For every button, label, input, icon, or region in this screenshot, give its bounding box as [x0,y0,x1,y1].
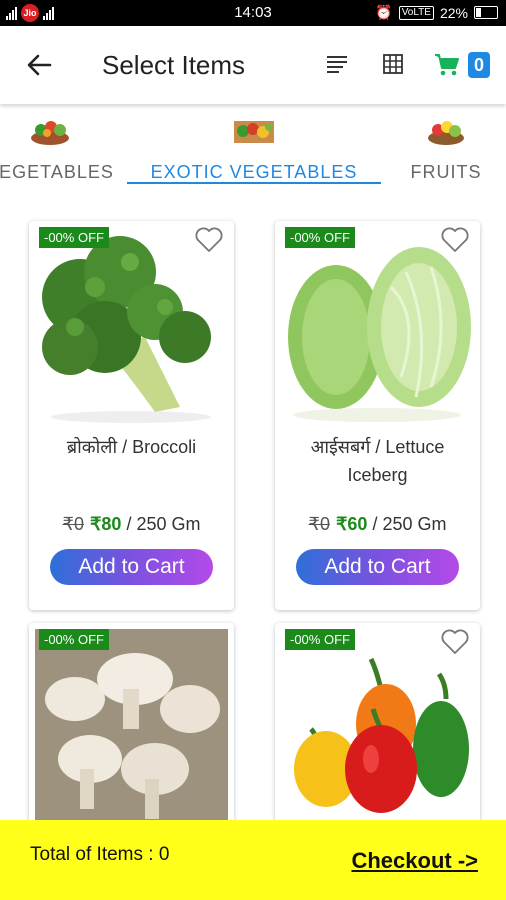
exotic-vegetables-icon [234,121,274,143]
discount-badge: -00% OFF [285,629,355,650]
mrp-price: ₹0 [308,514,330,534]
add-to-cart-button[interactable]: Add to Cart [50,549,213,585]
alarm-icon: ⏰ [375,4,393,20]
product-card-broccoli[interactable]: -00% OFF ब्रोकोली / Broccoli ₹0 ₹80 / 250… [29,221,234,610]
product-grid: -00% OFF ब्रोकोली / Broccoli ₹0 ₹80 / 250… [0,188,506,820]
selling-price: ₹80 [89,514,122,534]
product-name: ब्रोकोली / Broccoli [66,437,197,457]
tab-label: FRUITS [410,162,482,182]
active-tab-indicator [127,182,381,184]
cart-count-badge[interactable]: 0 [468,52,490,78]
fruits-basket-icon [428,121,464,145]
back-arrow-icon[interactable] [24,50,54,80]
selling-price: ₹60 [335,514,368,534]
product-price: ₹0 ₹60 / 250 Gm [275,514,480,535]
checkout-button[interactable]: Checkout -> [351,848,478,874]
tab-fruits[interactable]: FRUITS [381,104,506,188]
add-to-cart-button[interactable]: Add to Cart [296,549,459,585]
discount-badge: -00% OFF [39,629,109,650]
lettuce-image [281,227,474,427]
mushroom-image [35,629,228,820]
battery-icon [474,6,498,19]
bell-peppers-image [281,629,474,820]
discount-badge: -00% OFF [39,227,109,248]
product-card-mushroom[interactable]: -00% OFF [29,623,234,820]
status-right: ⏰ VoLTE 22% [375,4,498,21]
cart-icon[interactable] [434,53,460,77]
price-unit: / 250 Gm [126,514,201,534]
heart-icon[interactable] [194,225,224,253]
volte-badge: VoLTE [398,5,434,20]
cart-summary-bar: Total of Items : 0 Checkout -> [0,820,506,900]
heart-icon[interactable] [440,225,470,253]
product-card-bell-peppers[interactable]: -00% OFF [275,623,480,820]
tab-exotic-vegetables[interactable]: EXOTIC VEGETABLES [127,104,381,188]
product-name: आईसबर्ग / Lettuce Iceberg [310,437,445,485]
tab-vegetables[interactable]: VEGETABLES [0,104,125,188]
price-unit: / 250 Gm [372,514,447,534]
app-toolbar: Select Items 0 [0,26,506,104]
battery-percent: 22% [439,4,468,21]
total-items-label: Total of Items : 0 [30,844,170,865]
discount-badge: -00% OFF [285,227,355,248]
vegetables-basket-icon [31,121,69,145]
sort-icon[interactable] [327,56,347,74]
product-price: ₹0 ₹80 / 250 Gm [29,514,234,535]
heart-icon[interactable] [440,627,470,655]
category-tabs: VEGETABLES EXOTIC VEGETABLES FRUITS [0,104,506,188]
mrp-price: ₹0 [62,514,84,534]
broccoli-image [35,227,228,427]
tab-label: EXOTIC VEGETABLES [150,162,358,182]
page-title: Select Items [102,50,246,80]
status-bar: Jio 14:03 ⏰ VoLTE 22% [0,0,506,26]
grid-view-icon[interactable] [383,54,403,74]
tab-label: VEGETABLES [0,162,114,182]
product-card-lettuce[interactable]: -00% OFF आईसबर्ग / Lettuce Iceberg ₹0 ₹60… [275,221,480,610]
